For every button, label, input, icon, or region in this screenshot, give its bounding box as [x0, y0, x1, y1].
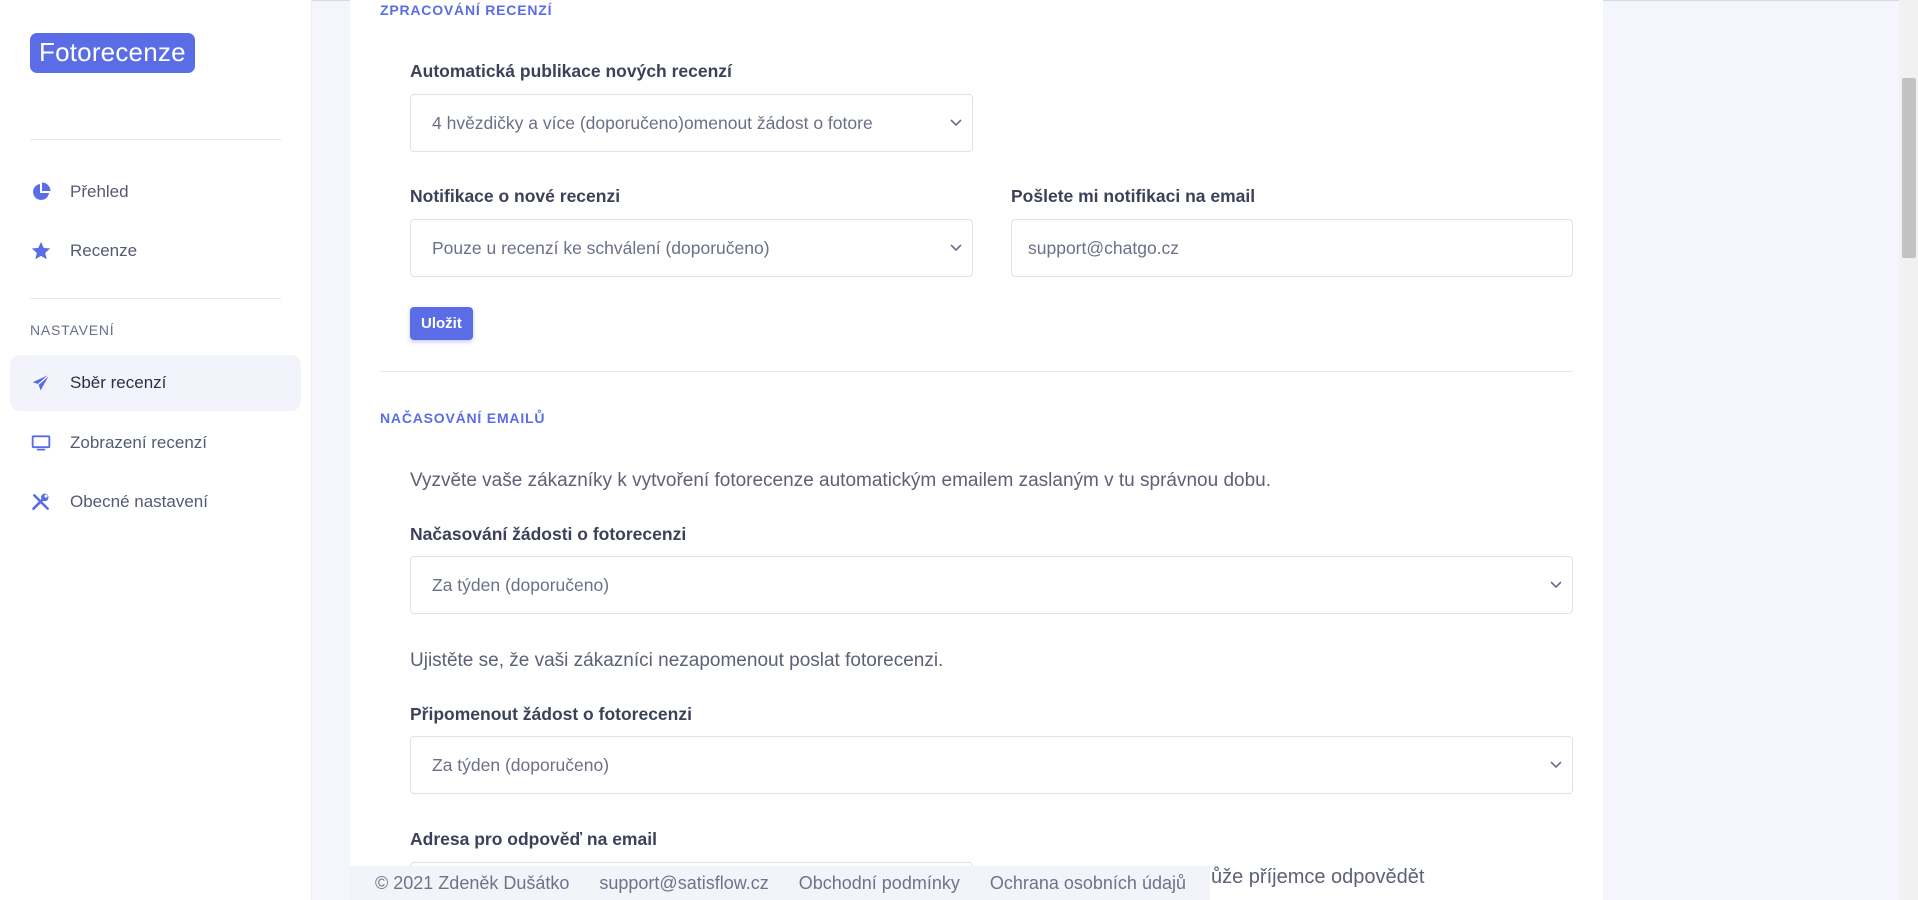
notification-email-field[interactable]: support@chatgo.cz — [1011, 219, 1573, 277]
reply-help-text: ůže příjemce odpovědět — [1211, 866, 1425, 888]
section-divider — [380, 371, 1573, 372]
sidebar-item-recenze[interactable]: Recenze — [10, 223, 301, 279]
sidebar-item-label: Obecné nastavení — [70, 492, 208, 511]
reminder-select[interactable]: Za týden (doporučeno) — [410, 736, 1573, 794]
sidebar-divider — [30, 298, 281, 299]
timing-intro-text: Vyzvěte vaše zákazníky k vytvoření fotor… — [410, 470, 1272, 491]
request-timing-value: Za týden (doporučeno) — [432, 574, 610, 595]
reply-address-label: Adresa pro odpověď na email — [410, 829, 657, 849]
auto-publish-select[interactable]: 4 hvězdičky a více (doporučeno)omenout ž… — [410, 94, 973, 152]
reminder-value: Za týden (doporučeno) — [432, 754, 610, 775]
tools-icon — [30, 491, 52, 513]
footer-terms-link[interactable]: Obchodní podmínky — [799, 873, 960, 894]
sidebar-item-label: Recenze — [70, 241, 138, 260]
sidebar-item-label: Přehled — [70, 182, 129, 201]
footer-privacy-link[interactable]: Ochrana osobních údajů — [990, 873, 1186, 894]
footer-copyright: © 2021 Zdeněk Dušátko — [375, 872, 570, 893]
sidebar-item-obecne-nastaveni[interactable]: Obecné nastavení — [10, 474, 301, 530]
sidebar-item-prehled[interactable]: Přehled — [10, 164, 301, 220]
chevron-down-icon — [950, 242, 962, 254]
chevron-down-icon — [950, 117, 962, 129]
sidebar-item-sber-recenzi[interactable]: Sběr recenzí — [10, 355, 301, 411]
section-title-processing: ZPRACOVÁNÍ RECENZÍ — [380, 2, 553, 18]
reminder-label: Připomenout žádost o fotorecenzi — [410, 704, 692, 724]
chevron-down-icon — [1550, 759, 1562, 771]
chevron-down-icon — [1550, 579, 1562, 591]
email-label: Pošlete mi notifikaci na email — [1011, 186, 1256, 206]
auto-publish-value: 4 hvězdičky a více (doporučeno)omenout ž… — [432, 112, 873, 133]
notify-label: Notifikace o nové recenzi — [410, 186, 621, 206]
section-title-timing: NAČASOVÁNÍ EMAILŮ — [380, 410, 546, 426]
save-button[interactable]: Uložit — [410, 307, 473, 340]
sidebar-item-zobrazeni-recenzi[interactable]: Zobrazení recenzí — [10, 415, 301, 471]
sidebar-section-label: NASTAVENÍ — [30, 322, 115, 338]
notify-select[interactable]: Pouze u recenzí ke schválení (doporučeno… — [410, 219, 973, 277]
pie-chart-icon — [30, 181, 52, 203]
auto-publish-label: Automatická publikace nových recenzí — [410, 61, 732, 81]
request-timing-label: Načasování žádosti o fotorecenzi — [410, 524, 687, 544]
request-timing-select[interactable]: Za týden (doporučeno) — [410, 556, 1573, 614]
notify-value: Pouze u recenzí ke schválení (doporučeno… — [432, 237, 770, 258]
footer-email-link[interactable]: support@satisflow.cz — [599, 873, 768, 894]
sidebar-divider — [30, 139, 281, 140]
paper-plane-icon — [30, 372, 52, 394]
settings-panel: ZPRACOVÁNÍ RECENZÍ Automatická publikace… — [350, 0, 1603, 900]
brand-logo[interactable]: Fotorecenze — [30, 33, 195, 73]
footer: © 2021 Zdeněk Dušátko support@satisflow.… — [350, 866, 1210, 900]
star-icon — [30, 240, 52, 262]
reminder-help-text: Ujistěte se, že vaši zákazníci nezapomen… — [410, 650, 944, 671]
monitor-icon — [30, 432, 52, 454]
sidebar-item-label: Sběr recenzí — [70, 373, 167, 392]
sidebar: Fotorecenze Přehled Recenze NASTAVENÍ Sb… — [0, 0, 312, 900]
scrollbar-thumb[interactable] — [1902, 78, 1916, 258]
sidebar-item-label: Zobrazení recenzí — [70, 433, 208, 452]
